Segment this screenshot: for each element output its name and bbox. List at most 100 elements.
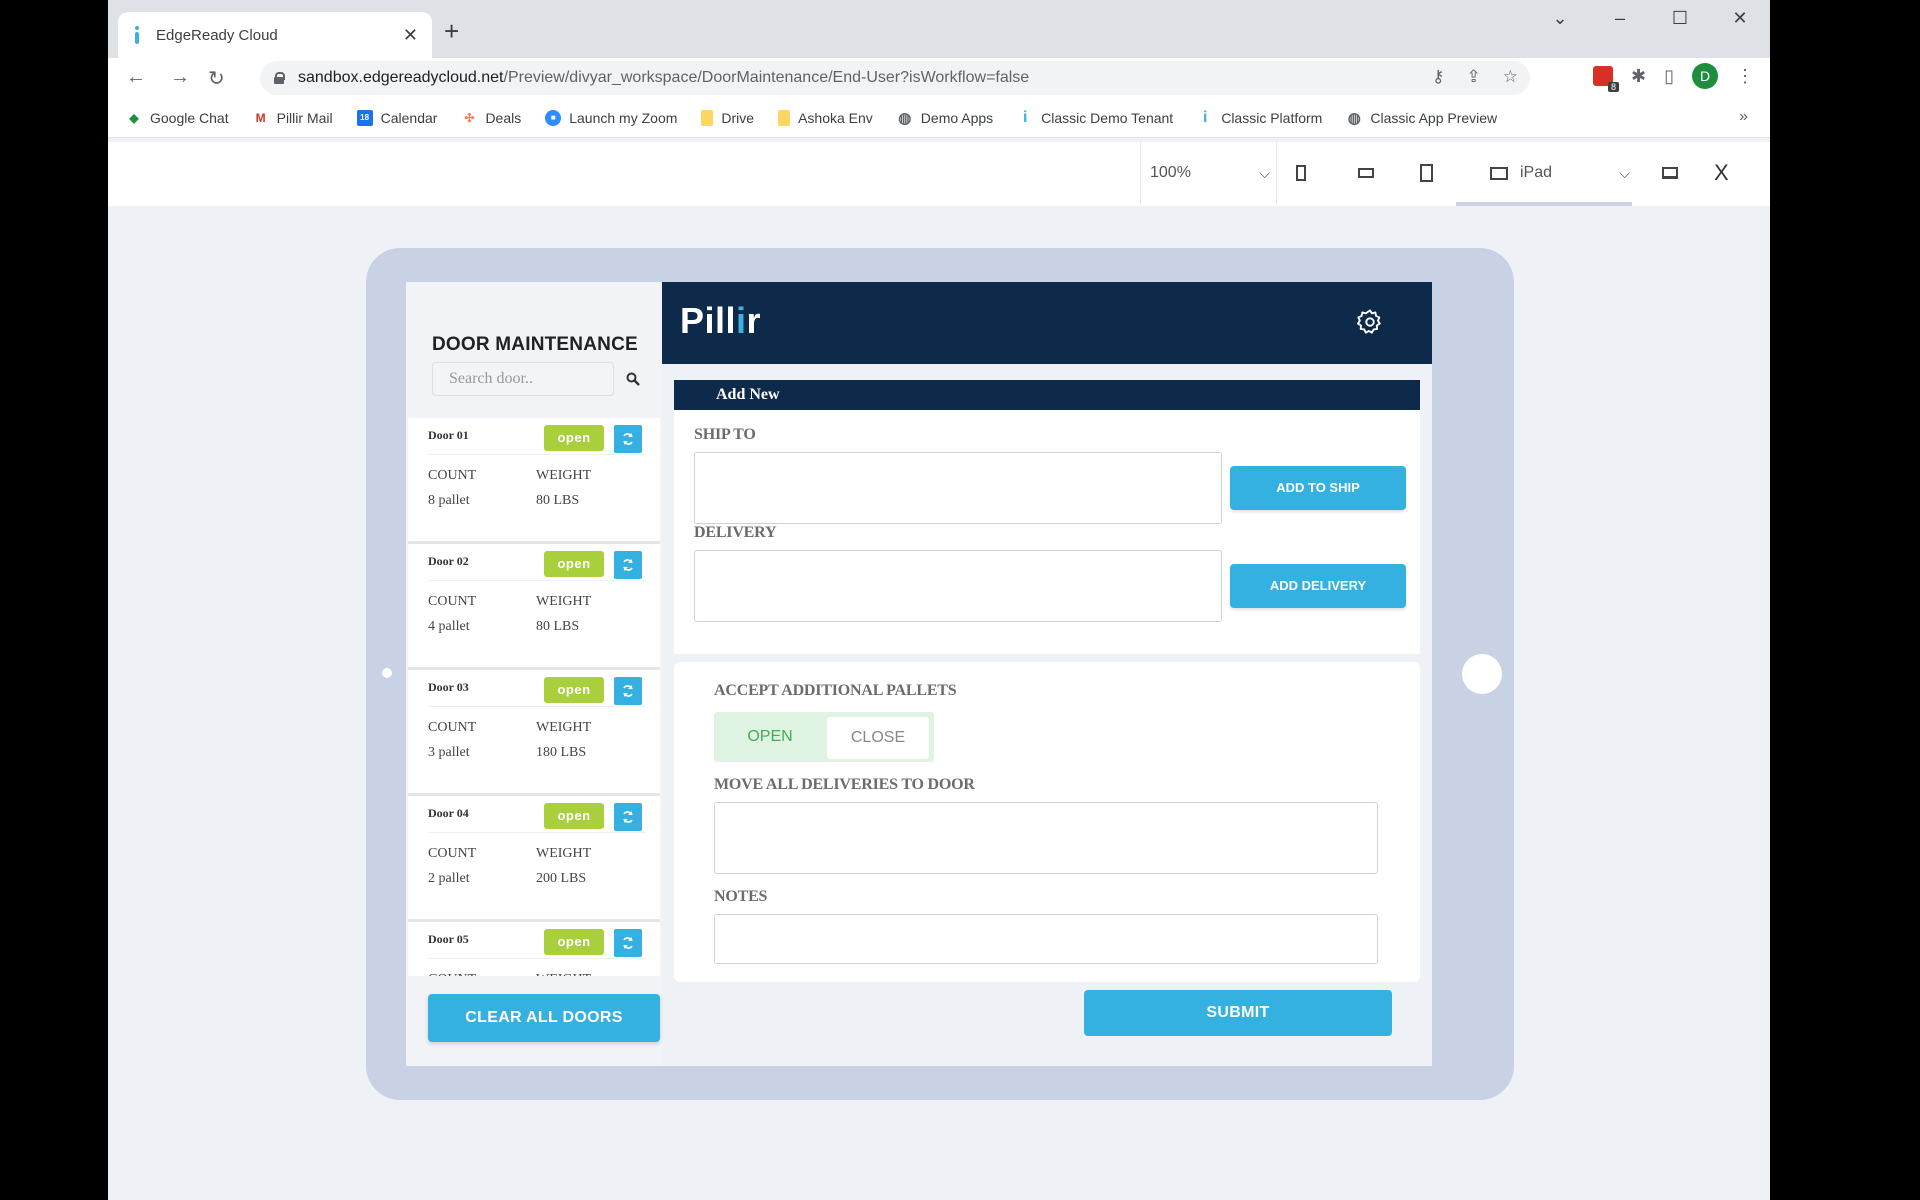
address-bar[interactable]: sandbox.edgereadycloud.net/Preview/divya…: [260, 61, 1530, 95]
door-card[interactable]: Door 01 open COUNT WEIGHT 8 pallet 80 LB…: [408, 418, 660, 544]
folder-icon: [701, 109, 714, 126]
weight-value: 80 LBS: [536, 619, 580, 634]
side-panel-icon[interactable]: ▯: [1664, 66, 1674, 87]
home-button[interactable]: [1462, 654, 1502, 694]
bookmark-classic-platform[interactable]: i Classic Platform: [1197, 109, 1322, 126]
info-favicon-icon: [134, 26, 140, 44]
profile-avatar[interactable]: D: [1692, 63, 1718, 89]
refresh-door-button[interactable]: [614, 803, 642, 831]
close-preview-button[interactable]: X: [1714, 142, 1729, 204]
share-icon[interactable]: ⇪: [1467, 67, 1481, 87]
bookmark-demo-apps[interactable]: ◍ Demo Apps: [897, 110, 993, 127]
lastpass-extension-icon[interactable]: 8: [1593, 66, 1619, 92]
close-tab-icon[interactable]: ✕: [403, 25, 418, 46]
ipad-frame: DOOR MAINTENANCE Search door.. Door 01 o…: [366, 248, 1514, 1100]
ship-to-input[interactable]: [694, 452, 1222, 524]
bookmark-drive[interactable]: Drive: [701, 109, 754, 126]
desktop-button[interactable]: [1662, 142, 1678, 204]
zoom-level-value: 100%: [1150, 164, 1191, 181]
bookmark-google-chat[interactable]: ◆ Google Chat: [126, 110, 228, 126]
count-label: COUNT: [428, 594, 477, 609]
tab-search-icon[interactable]: ⌄: [1530, 8, 1590, 29]
app-screen: DOOR MAINTENANCE Search door.. Door 01 o…: [406, 282, 1432, 1066]
key-icon[interactable]: ⚷: [1432, 67, 1444, 87]
google-chat-icon: ◆: [129, 110, 139, 125]
door-card[interactable]: Door 03 open COUNT WEIGHT 3 pallet 180 L…: [408, 670, 660, 796]
count-label: COUNT: [428, 972, 476, 976]
door-card[interactable]: Door 05 open COUNT WEIGHT: [408, 922, 660, 976]
add-delivery-button[interactable]: ADD DELIVERY: [1230, 564, 1406, 608]
delivery-input[interactable]: [694, 550, 1222, 622]
open-door-button[interactable]: open: [544, 803, 604, 829]
tab-title: EdgeReady Cloud: [156, 26, 278, 44]
refresh-icon: [623, 937, 633, 949]
submit-button[interactable]: SUBMIT: [1084, 990, 1392, 1036]
forward-icon[interactable]: →: [170, 66, 190, 89]
open-door-button[interactable]: open: [544, 425, 604, 451]
bookmark-deals[interactable]: ✣ Deals: [461, 110, 521, 126]
door-name: Door 02: [428, 554, 469, 568]
refresh-door-button[interactable]: [614, 677, 642, 705]
toggle-close-option[interactable]: CLOSE: [827, 717, 929, 759]
tab-edgeready-cloud[interactable]: EdgeReady Cloud ✕: [118, 12, 432, 58]
calendar-icon: 18: [356, 109, 373, 126]
add-to-ship-button[interactable]: ADD TO SHIP: [1230, 466, 1406, 510]
bookmark-classic-app-preview[interactable]: ◍ Classic App Preview: [1346, 110, 1497, 127]
refresh-door-button[interactable]: [614, 929, 642, 957]
preview-toolbar: 100% ⌵ iPad ⌵ X: [108, 142, 1770, 206]
count-value: 3 pallet: [428, 745, 470, 760]
count-label: COUNT: [428, 468, 477, 483]
count-label: COUNT: [428, 720, 477, 735]
bookmark-classic-demo-tenant[interactable]: i Classic Demo Tenant: [1017, 109, 1173, 126]
back-icon[interactable]: ←: [126, 66, 146, 89]
phone-portrait-button[interactable]: [1296, 142, 1306, 204]
toggle-open-option[interactable]: OPEN: [714, 712, 826, 762]
notes-input[interactable]: [714, 914, 1378, 964]
zoom-level-select[interactable]: 100% ⌵: [1150, 142, 1270, 204]
weight-label: WEIGHT: [536, 594, 592, 609]
laptop-icon: [1662, 167, 1678, 179]
url-text[interactable]: sandbox.edgereadycloud.net/Preview/divya…: [298, 69, 1029, 87]
kebab-menu-icon[interactable]: ⋮: [1736, 66, 1754, 87]
open-door-button[interactable]: open: [544, 677, 604, 703]
door-list[interactable]: Door 01 open COUNT WEIGHT 8 pallet 80 LB…: [408, 418, 660, 976]
device-select-ipad[interactable]: iPad ⌵: [1490, 142, 1630, 204]
close-window-icon[interactable]: ✕: [1710, 8, 1770, 29]
browser-window: EdgeReady Cloud ✕ + ⌄ – ☐ ✕ ← → ↻ sandbo…: [108, 0, 1770, 1200]
count-label: COUNT: [428, 846, 477, 861]
star-icon[interactable]: ☆: [1503, 67, 1518, 87]
phone-portrait-icon: [1296, 165, 1306, 181]
phone-landscape-icon: [1358, 168, 1374, 178]
bookmark-pillir-mail[interactable]: M Pillir Mail: [253, 110, 333, 126]
tablet-landscape-icon: [1490, 166, 1508, 180]
search-icon[interactable]: [626, 372, 640, 386]
gear-icon[interactable]: [1356, 308, 1384, 336]
tab-strip: EdgeReady Cloud ✕ + ⌄ – ☐ ✕: [108, 0, 1770, 58]
count-value: 2 pallet: [428, 871, 470, 886]
bookmark-ashoka-env[interactable]: Ashoka Env: [778, 109, 873, 126]
app-header: Pillir: [662, 282, 1432, 364]
refresh-door-button[interactable]: [614, 551, 642, 579]
open-door-button[interactable]: open: [544, 929, 604, 955]
more-bookmarks-icon[interactable]: »: [1739, 108, 1748, 126]
puzzle-extensions-icon[interactable]: ✱: [1631, 66, 1646, 87]
bookmark-launch-zoom[interactable]: ■ Launch my Zoom: [545, 109, 677, 126]
clear-all-doors-button[interactable]: CLEAR ALL DOORS: [428, 994, 660, 1042]
minimize-icon[interactable]: –: [1590, 8, 1650, 29]
open-door-button[interactable]: open: [544, 551, 604, 577]
phone-landscape-button[interactable]: [1358, 142, 1374, 204]
move-deliveries-label: MOVE ALL DELIVERIES TO DOOR: [714, 776, 975, 793]
reload-icon[interactable]: ↻: [208, 66, 225, 91]
move-deliveries-input[interactable]: [714, 802, 1378, 874]
refresh-door-button[interactable]: [614, 425, 642, 453]
door-card[interactable]: Door 04 open COUNT WEIGHT 2 pallet 200 L…: [408, 796, 660, 922]
weight-label: WEIGHT: [536, 972, 591, 976]
door-card[interactable]: Door 02 open COUNT WEIGHT 4 pallet 80 LB…: [408, 544, 660, 670]
hubspot-icon: ✣: [464, 110, 475, 125]
new-tab-icon[interactable]: +: [444, 18, 459, 44]
accept-pallets-toggle[interactable]: OPEN CLOSE: [714, 712, 934, 762]
maximize-icon[interactable]: ☐: [1650, 8, 1710, 29]
search-door-input[interactable]: Search door..: [432, 362, 614, 396]
bookmark-calendar[interactable]: 18 Calendar: [356, 109, 437, 126]
tablet-portrait-button[interactable]: [1420, 142, 1433, 204]
